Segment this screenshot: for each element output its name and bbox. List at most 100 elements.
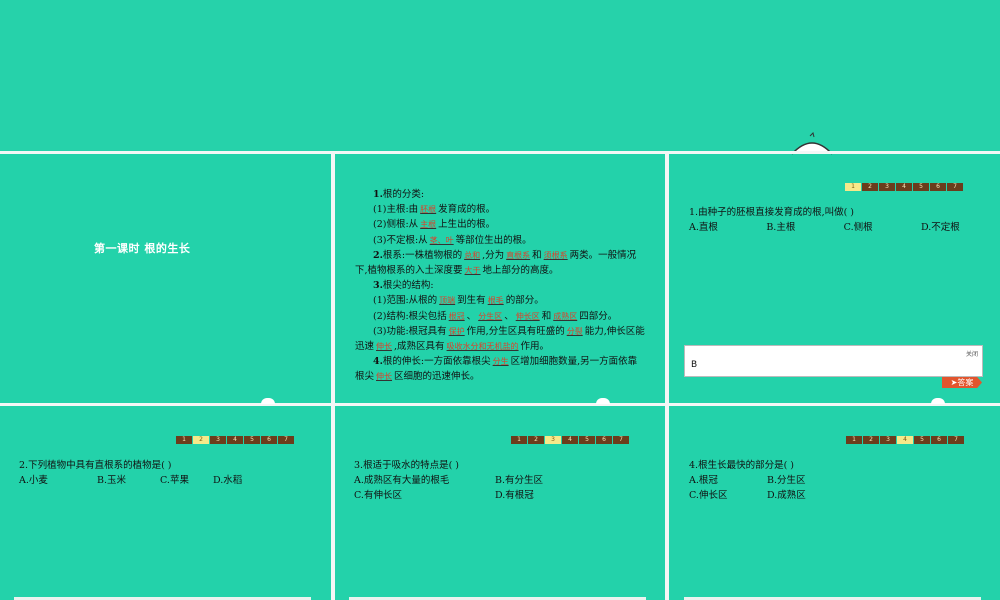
answer-value: B [691, 360, 698, 370]
note-text: 地上部分的高度。 [482, 265, 559, 277]
note-line: (2)侧根:从 主根 上生出的根。 [355, 217, 645, 232]
nav-number-button[interactable]: 2 [863, 436, 879, 444]
question-3: 3.根适于吸水的特点是( ) A.成熟区有大量的根毛 B.有分生区 C.有伸长区 D.… [354, 458, 654, 503]
note-number: 4. [373, 356, 383, 368]
option-label: B.主根 [766, 222, 796, 233]
nav-number-button[interactable]: 5 [913, 183, 929, 191]
nav-number-button[interactable]: 7 [947, 183, 963, 191]
note-text: 作用。 [520, 341, 550, 353]
slide-title: 第一课时 根的生长 [94, 242, 191, 255]
nav-number-button[interactable]: 1 [845, 183, 861, 191]
option-label: C.苹果 [160, 475, 189, 486]
note-text: (1)主根:由 [373, 204, 419, 216]
option-label: A.小麦 [19, 475, 48, 486]
option-label: B.玉米 [97, 475, 127, 486]
note-text: (2)结构:根尖包括 [373, 310, 447, 322]
note-answer: 主根 [420, 220, 437, 230]
note-answer: 分裂 [566, 326, 583, 336]
option-label: B.有分生区 [495, 475, 544, 486]
note-answer: 保护 [448, 326, 465, 336]
note-answer: 根冠 [448, 311, 465, 321]
nav-number-button[interactable]: 7 [613, 436, 629, 444]
note-line: 3.根尖的结构: [355, 278, 645, 293]
answer-box: 关闭 B [684, 345, 983, 377]
note-line: (2)结构:根尖包括 根冠、分生区、伸长区和成熟区 四部分。 [355, 309, 645, 324]
note-text: 根的分类: [382, 189, 425, 200]
nav-number-button[interactable]: 7 [278, 436, 294, 444]
note-text: 作用,分生区具有旺盛的 [466, 325, 565, 337]
note-text: (3)不定根:从 [373, 234, 428, 246]
option-label: D.有根冠 [495, 490, 534, 501]
question-nav[interactable]: 1234567 [846, 436, 964, 444]
nav-number-button[interactable]: 2 [193, 436, 209, 444]
nav-number-button[interactable]: 3 [545, 436, 561, 444]
note-text: 区细胞的迅速伸长。 [394, 371, 480, 383]
nav-number-button[interactable]: 6 [931, 436, 947, 444]
note-answer: 分生 [492, 357, 509, 367]
nav-number-button[interactable]: 5 [579, 436, 595, 444]
nav-number-button[interactable]: 4 [227, 436, 243, 444]
question-stem: 4.根生长最快的部分是( ) [689, 460, 794, 471]
nav-number-button[interactable]: 5 [244, 436, 260, 444]
note-answer: 胚根 [420, 205, 437, 215]
nav-number-button[interactable]: 3 [879, 183, 895, 191]
top-banner [0, 0, 1000, 152]
note-text: 根系:一株植物根的 [382, 249, 463, 261]
slide-knob [596, 398, 610, 404]
question-nav[interactable]: 1234567 [845, 183, 963, 191]
question-stem: 1.由种子的胚根直接发育成的根,叫做( ) [689, 207, 855, 218]
nav-number-button[interactable]: 3 [210, 436, 226, 444]
nav-number-button[interactable]: 2 [528, 436, 544, 444]
note-answer: 须根系 [543, 250, 568, 260]
option-label: A.成熟区有大量的根毛 [354, 475, 450, 486]
divider-left [331, 151, 335, 600]
nav-number-button[interactable]: 6 [261, 436, 277, 444]
note-text: 上生出的根。 [438, 219, 496, 231]
note-text: 等部位生出的根。 [455, 234, 532, 246]
note-answer: 根毛 [487, 296, 504, 306]
nav-number-button[interactable]: 1 [511, 436, 527, 444]
option-label: B.分生区 [767, 475, 806, 486]
question-options: A.根冠 B.分生区 C.伸长区 D.成熟区 [689, 473, 989, 503]
option-label: A.直根 [689, 222, 718, 233]
note-text: 根的伸长:一方面依靠根尖 [382, 356, 491, 368]
nav-number-button[interactable]: 5 [914, 436, 930, 444]
note-answer: 总和 [464, 250, 481, 260]
nav-number-button[interactable]: 1 [176, 436, 192, 444]
close-button[interactable]: 关闭 [966, 349, 978, 358]
option-label: C.伸长区 [689, 490, 728, 501]
nav-number-button[interactable]: 4 [562, 436, 578, 444]
note-text: (2)侧根:从 [373, 219, 419, 231]
question-nav[interactable]: 1234567 [176, 436, 294, 444]
slide-knob [931, 398, 945, 404]
note-line: (3)功能:根冠具有 保护 作用,分生区具有旺盛的 分裂 能力,伸长区能迅速 伸长 ,成熟区… [355, 324, 645, 354]
note-line: 2.根系:一株植物根的 总和 ,分为 直根系和须根系 两类。一般情况下,植物根系的入土深… [355, 248, 645, 278]
nav-number-button[interactable]: 4 [896, 183, 912, 191]
divider-top [0, 151, 1000, 154]
question-nav[interactable]: 1234567 [511, 436, 629, 444]
nav-number-button[interactable]: 6 [596, 436, 612, 444]
note-answer: 茎、叶 [429, 235, 454, 245]
divider-middle [0, 403, 1000, 406]
nav-number-button[interactable]: 2 [862, 183, 878, 191]
note-text: 发育成的根。 [438, 204, 496, 216]
nav-number-button[interactable]: 3 [880, 436, 896, 444]
note-answer: 分生区 [478, 311, 503, 321]
note-number: 3. [373, 280, 383, 292]
nav-number-button[interactable]: 4 [897, 436, 913, 444]
note-line: (1)范围:从根的 顶端 到生有 根毛 的部分。 [355, 293, 645, 308]
notes-panel: 1.根的分类: (1)主根:由 胚根 发育成的根。 (2)侧根:从 主根 上生出的根。 (3)… [355, 187, 645, 385]
nav-number-button[interactable]: 1 [846, 436, 862, 444]
nav-number-button[interactable]: 7 [948, 436, 964, 444]
question-1: 1.由种子的胚根直接发育成的根,叫做( ) A.直根 B.主根 C.侧根 D.不定根 [689, 205, 979, 235]
question-stem: 2.下列植物中具有直根系的植物是( ) [19, 460, 172, 471]
note-answer: 直根系 [506, 250, 531, 260]
option-label: C.有伸长区 [354, 490, 402, 501]
nav-number-button[interactable]: 6 [930, 183, 946, 191]
divider-right [665, 151, 669, 600]
question-options: A.小麦 B.玉米 C.苹果 D.水稻 [19, 473, 319, 488]
option-label: D.水稻 [213, 475, 243, 486]
note-line: (3)不定根:从 茎、叶 等部位生出的根。 [355, 233, 645, 248]
note-answer: 吸收水分和无机盐的 [446, 342, 519, 352]
answer-button[interactable]: ➤答案 [942, 377, 982, 388]
